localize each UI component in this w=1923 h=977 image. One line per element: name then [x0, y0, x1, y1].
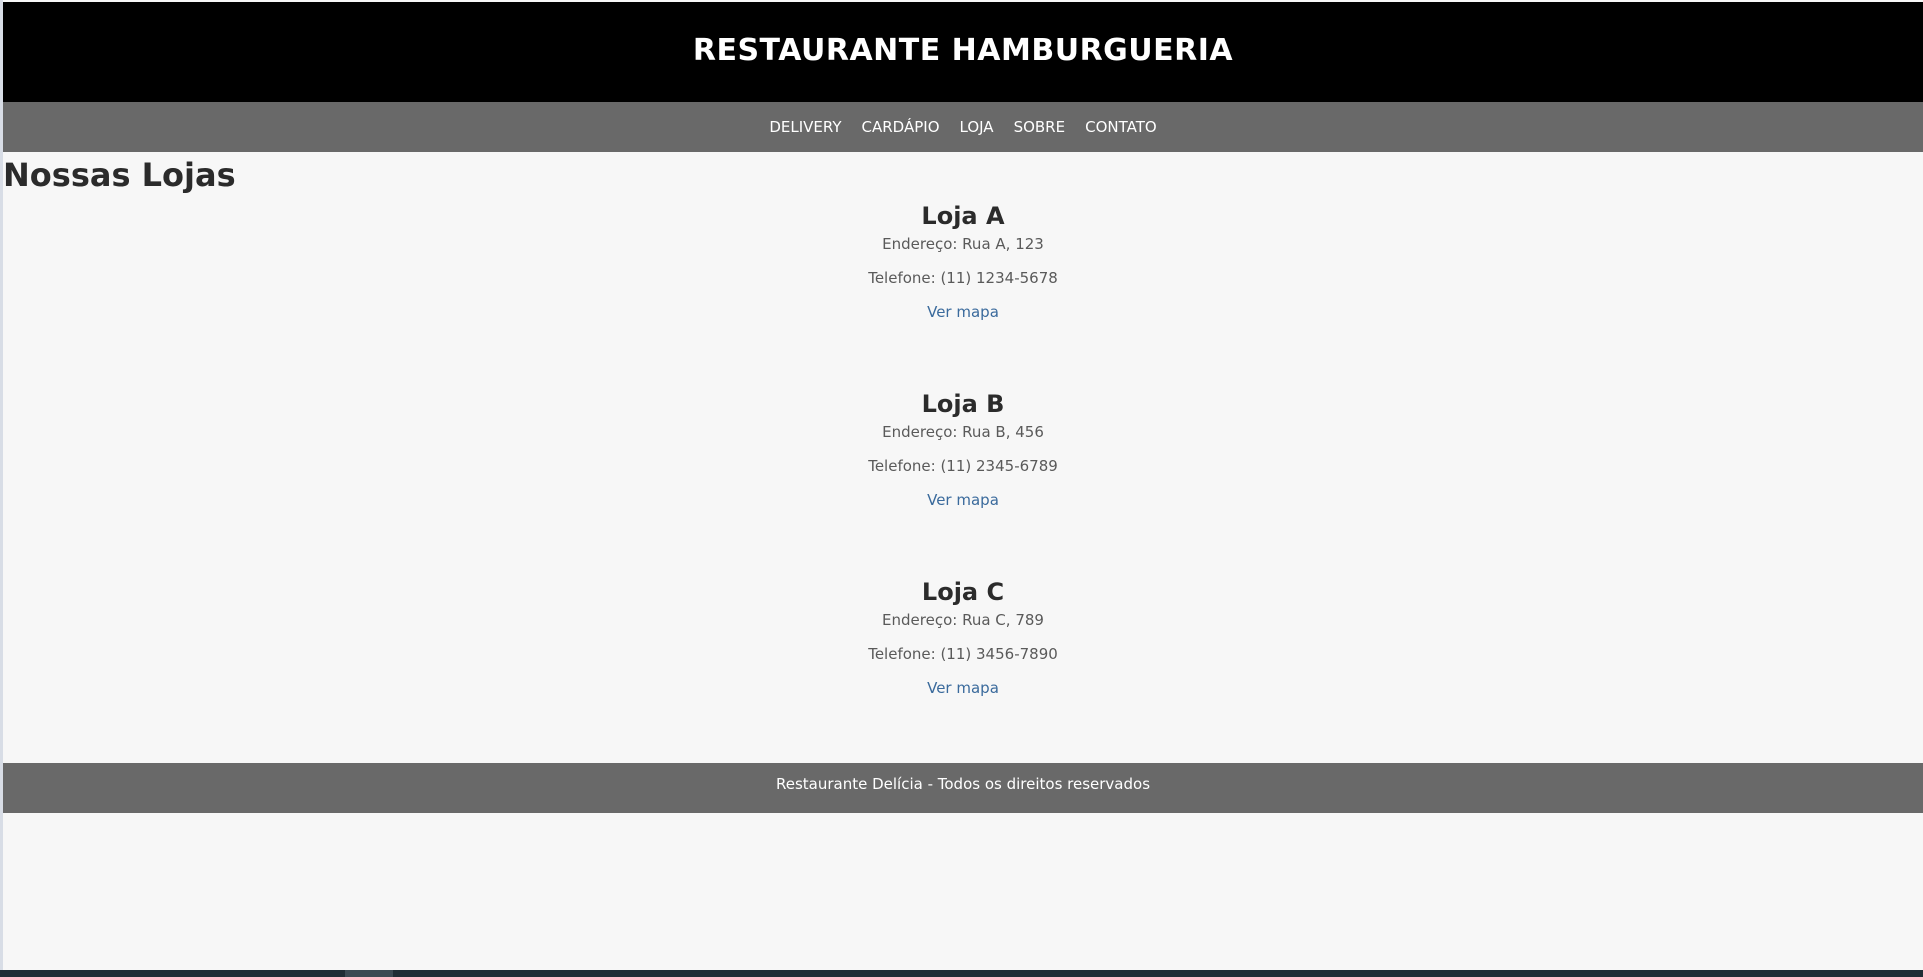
store-name: Loja A: [921, 202, 1005, 230]
store-map-link[interactable]: Ver mapa: [927, 491, 999, 509]
horizontal-scrollbar-thumb[interactable]: [345, 970, 393, 977]
store-map-link[interactable]: Ver mapa: [927, 679, 999, 697]
store-map-link-container: Ver mapa: [3, 490, 1923, 510]
site-header: RESTAURANTE HAMBURGUERIA: [3, 2, 1923, 102]
page: RESTAURANTE HAMBURGUERIA DELIVERY CARDÁP…: [3, 0, 1923, 977]
store-map-link[interactable]: Ver mapa: [927, 303, 999, 321]
nav-item-cardapio[interactable]: CARDÁPIO: [862, 118, 940, 136]
main-nav: DELIVERY CARDÁPIO LOJA SOBRE CONTATO: [3, 102, 1923, 152]
store-name: Loja C: [921, 578, 1005, 606]
store-map-link-container: Ver mapa: [3, 678, 1923, 698]
section-title: Nossas Lojas: [3, 156, 236, 194]
nav-item-delivery[interactable]: DELIVERY: [769, 118, 841, 136]
store-phone: Telefone: (11) 3456-7890: [868, 645, 1058, 663]
footer-text: Restaurante Delícia - Todos os direitos …: [775, 775, 1151, 793]
nav-item-contato[interactable]: CONTATO: [1085, 118, 1157, 136]
nav-item-loja[interactable]: LOJA: [960, 118, 994, 136]
nav-item-sobre[interactable]: SOBRE: [1014, 118, 1066, 136]
store-name: Loja B: [921, 390, 1005, 418]
site-title: RESTAURANTE HAMBURGUERIA: [692, 32, 1234, 68]
store-address: Endereço: Rua B, 456: [882, 423, 1044, 441]
taskbar-strip: [0, 970, 1923, 977]
store-address: Endereço: Rua C, 789: [882, 611, 1044, 629]
store-address: Endereço: Rua A, 123: [882, 235, 1044, 253]
site-footer: Restaurante Delícia - Todos os direitos …: [3, 763, 1923, 813]
store-phone: Telefone: (11) 1234-5678: [868, 269, 1058, 287]
store-phone: Telefone: (11) 2345-6789: [868, 457, 1058, 475]
store-map-link-container: Ver mapa: [3, 302, 1923, 322]
